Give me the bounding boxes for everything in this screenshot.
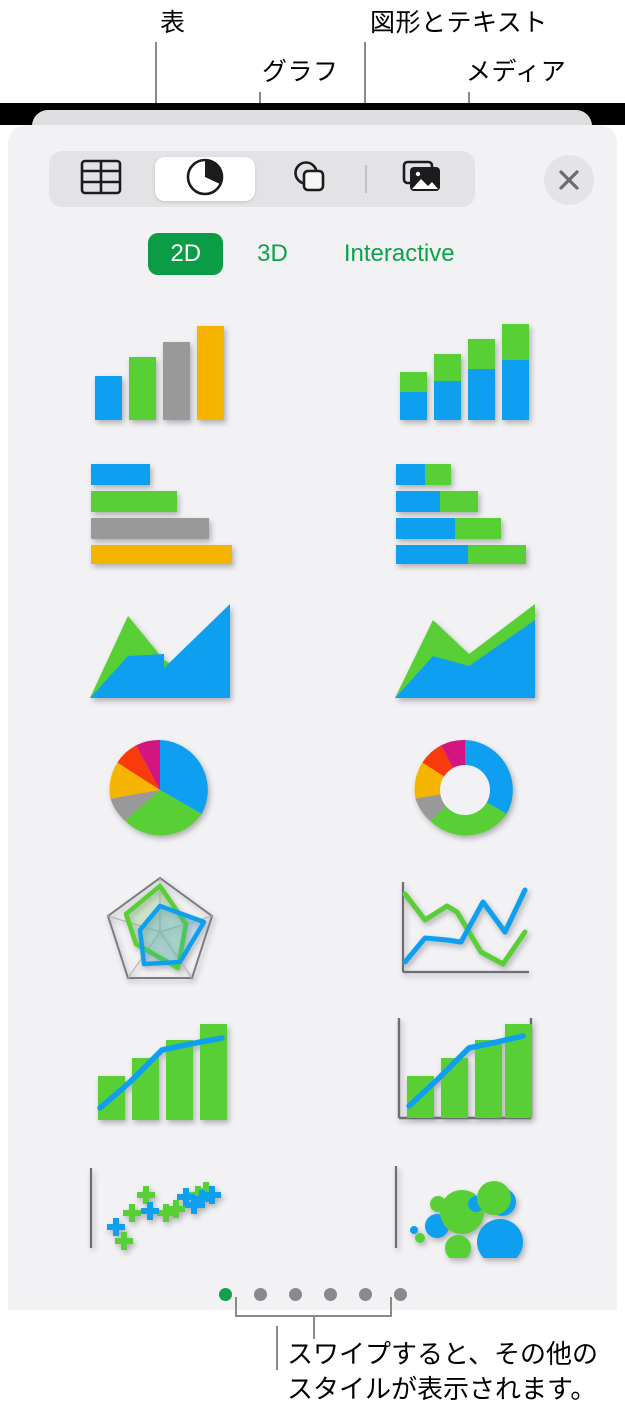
chart-thumb-bar[interactable] bbox=[8, 440, 313, 580]
media-photos-icon bbox=[401, 158, 445, 201]
chart-thumb-two-axis[interactable] bbox=[313, 1000, 618, 1140]
insert-popover-panel: 2D 3D Interactive bbox=[8, 125, 617, 1310]
chart-type-tabs: 2D 3D Interactive bbox=[8, 233, 617, 275]
page-dot-4[interactable] bbox=[323, 1288, 337, 1301]
tab-interactive[interactable]: Interactive bbox=[322, 233, 477, 275]
callout-label-table: 表 bbox=[160, 8, 186, 37]
chart-thumb-scatter[interactable] bbox=[8, 1140, 313, 1280]
page-dot-6[interactable] bbox=[393, 1288, 407, 1301]
page-dot-5[interactable] bbox=[358, 1288, 372, 1301]
chart-thumb-column[interactable] bbox=[8, 300, 313, 440]
chart-thumb-stacked-area[interactable] bbox=[313, 580, 618, 720]
toolbar-item-media[interactable] bbox=[373, 157, 473, 201]
page-dot-2[interactable] bbox=[253, 1288, 267, 1301]
toolbar-item-chart[interactable] bbox=[155, 157, 255, 201]
close-icon bbox=[559, 170, 579, 190]
callout-label-chart: グラフ bbox=[262, 57, 339, 86]
insert-toolbar bbox=[49, 151, 475, 207]
close-button[interactable] bbox=[544, 155, 594, 205]
pagination-dots bbox=[0, 1288, 625, 1301]
toolbar-divider bbox=[365, 165, 367, 193]
chart-thumb-stacked-column[interactable] bbox=[313, 300, 618, 440]
callout-label-media: メディア bbox=[466, 57, 567, 86]
page-dot-3[interactable] bbox=[288, 1288, 302, 1301]
toolbar-item-table[interactable] bbox=[51, 157, 151, 201]
tab-2d[interactable]: 2D bbox=[148, 233, 224, 275]
tab-3d[interactable]: 3D bbox=[235, 233, 310, 275]
screenshot-root: 表 グラフ 図形とテキスト メディア 2D 3D Interactive スワイ… bbox=[0, 0, 625, 1418]
chart-thumb-pie[interactable] bbox=[8, 720, 313, 860]
pie-chart-icon bbox=[184, 156, 226, 203]
chart-thumb-stacked-bar[interactable] bbox=[313, 440, 618, 580]
toolbar-item-shape[interactable] bbox=[259, 157, 359, 201]
shapes-icon bbox=[288, 156, 330, 203]
bottom-caption: スワイプすると、その他の スタイルが表示されます。 bbox=[287, 1340, 598, 1406]
chart-thumb-radar[interactable] bbox=[8, 860, 313, 1000]
chart-thumb-line[interactable] bbox=[313, 860, 618, 1000]
chart-thumb-donut[interactable] bbox=[313, 720, 618, 860]
chart-thumb-area[interactable] bbox=[8, 580, 313, 720]
chart-thumb-bubble[interactable] bbox=[313, 1140, 618, 1280]
chart-thumb-mixed[interactable] bbox=[8, 1000, 313, 1140]
page-dot-1[interactable] bbox=[218, 1288, 232, 1301]
chart-style-grid bbox=[8, 300, 617, 1280]
table-grid-icon bbox=[80, 158, 122, 201]
callout-label-shape-text: 図形とテキスト bbox=[370, 8, 548, 37]
